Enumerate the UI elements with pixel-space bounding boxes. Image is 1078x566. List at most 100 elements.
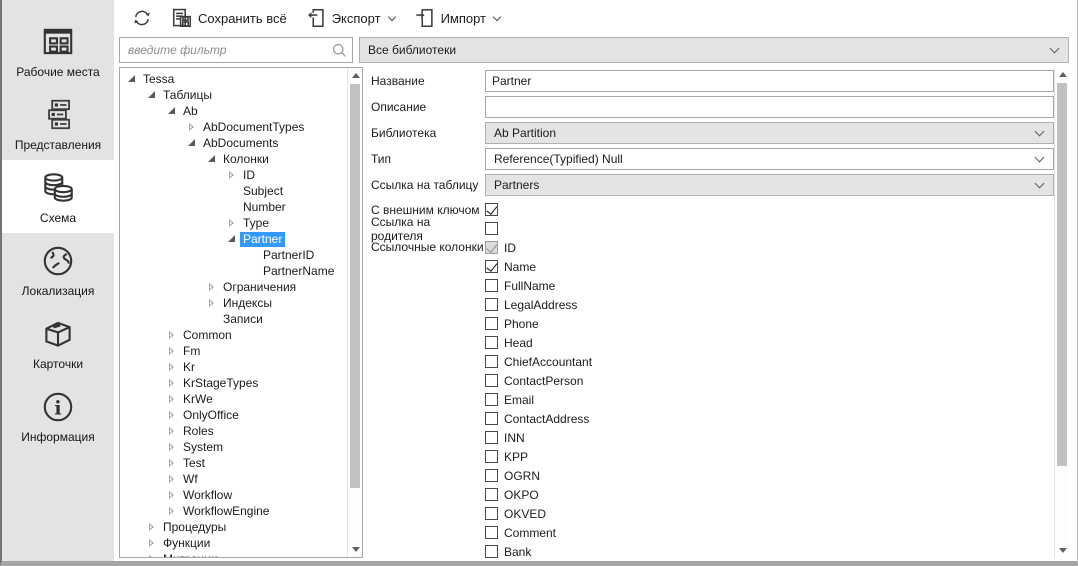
sidebar-item-localization[interactable]: Локализация — [2, 233, 114, 306]
checkbox[interactable] — [485, 488, 498, 501]
scrollbar-thumb[interactable] — [1057, 83, 1067, 466]
tree-expander-icon[interactable] — [206, 297, 218, 309]
tree-expander-icon[interactable] — [206, 281, 218, 293]
tree-item[interactable]: Ограничения — [120, 279, 347, 295]
scrollbar-thumb[interactable] — [350, 84, 360, 488]
ref-column-option[interactable]: ContactAddress — [485, 409, 1054, 428]
tree-item[interactable]: Таблицы — [120, 87, 347, 103]
tree-expander-icon[interactable] — [146, 89, 158, 101]
tree-item[interactable]: Записи — [120, 311, 347, 327]
library-selector[interactable]: Все библиотеки — [359, 37, 1069, 63]
sidebar-item-cards[interactable]: Карточки — [2, 306, 114, 379]
ref-column-option[interactable]: OKPO — [485, 485, 1054, 504]
checkbox[interactable] — [485, 412, 498, 425]
refresh-button[interactable] — [123, 3, 161, 33]
scroll-down-icon[interactable] — [1055, 543, 1069, 558]
checkbox[interactable] — [485, 279, 498, 292]
checkbox[interactable] — [485, 260, 498, 273]
tree-expander-icon[interactable] — [186, 121, 198, 133]
tree-expander-icon[interactable] — [226, 201, 238, 213]
tree-expander-icon[interactable] — [166, 457, 178, 469]
checkbox[interactable] — [485, 431, 498, 444]
tree-item[interactable]: Number — [120, 199, 347, 215]
tree-expander-icon[interactable] — [166, 505, 178, 517]
checkbox[interactable] — [485, 298, 498, 311]
tree-item[interactable]: AbDocumentTypes — [120, 119, 347, 135]
tree-expander-icon[interactable] — [206, 153, 218, 165]
tree-item[interactable]: AbDocuments — [120, 135, 347, 151]
tree-expander-icon[interactable] — [226, 169, 238, 181]
ref-column-option[interactable]: ContactPerson — [485, 371, 1054, 390]
checkbox[interactable] — [485, 336, 498, 349]
tree-item[interactable]: Миграции — [120, 551, 347, 557]
tree-item[interactable]: ID — [120, 167, 347, 183]
tree-expander-icon[interactable] — [146, 537, 158, 549]
tree-item[interactable]: WorkflowEngine — [120, 503, 347, 519]
ref-column-option[interactable]: ChiefAccountant — [485, 352, 1054, 371]
filter-input[interactable] — [128, 43, 331, 57]
library-select[interactable]: Ab Partition — [485, 122, 1054, 144]
tree-expander-icon[interactable] — [146, 553, 158, 557]
export-button[interactable]: Экспорт — [297, 3, 404, 33]
checkbox[interactable] — [485, 450, 498, 463]
checkbox[interactable] — [485, 241, 498, 254]
tree-expander-icon[interactable] — [166, 425, 178, 437]
ref-column-option[interactable]: Name — [485, 257, 1054, 276]
tree-item[interactable]: Процедуры — [120, 519, 347, 535]
tree-item[interactable]: Common — [120, 327, 347, 343]
tree-expander-icon[interactable] — [166, 361, 178, 373]
tree-expander-icon[interactable] — [166, 345, 178, 357]
tree-item[interactable]: Test — [120, 455, 347, 471]
tree-item[interactable]: Индексы — [120, 295, 347, 311]
checkbox[interactable] — [485, 374, 498, 387]
ref-column-option[interactable]: OGRN — [485, 466, 1054, 485]
tree-expander-icon[interactable] — [146, 521, 158, 533]
tree-item[interactable]: Wf — [120, 471, 347, 487]
parent-ref-checkbox[interactable] — [485, 222, 498, 235]
scrollbar-track[interactable] — [1055, 82, 1069, 543]
tree-expander-icon[interactable] — [246, 249, 258, 261]
tree-item[interactable]: KrStageTypes — [120, 375, 347, 391]
tree-item[interactable]: Roles — [120, 423, 347, 439]
tree-item[interactable]: OnlyOffice — [120, 407, 347, 423]
checkbox[interactable] — [485, 545, 498, 558]
tree-expander-icon[interactable] — [166, 409, 178, 421]
tree-expander-icon[interactable] — [226, 185, 238, 197]
checkbox[interactable] — [485, 526, 498, 539]
type-select[interactable]: Reference(Typified) Null — [485, 148, 1054, 170]
tree-expander-icon[interactable] — [246, 265, 258, 277]
tree-expander-icon[interactable] — [166, 377, 178, 389]
checkbox[interactable] — [485, 507, 498, 520]
tree-item[interactable]: KrWe — [120, 391, 347, 407]
tree-item[interactable]: Type — [120, 215, 347, 231]
ref-column-option[interactable]: FullName — [485, 276, 1054, 295]
ref-column-option[interactable]: Comment — [485, 523, 1054, 542]
tree-expander-icon[interactable] — [126, 73, 138, 85]
foreign-key-checkbox[interactable] — [485, 203, 498, 216]
checkbox[interactable] — [485, 317, 498, 330]
tree-item[interactable]: Kr — [120, 359, 347, 375]
sidebar-item-workplaces[interactable]: Рабочие места — [2, 14, 114, 87]
ref-column-option[interactable]: Phone — [485, 314, 1054, 333]
tree-expander-icon[interactable] — [166, 393, 178, 405]
tree-expander-icon[interactable] — [226, 217, 238, 229]
tree-item[interactable]: Колонки — [120, 151, 347, 167]
tree-expander-icon[interactable] — [186, 137, 198, 149]
tree-item[interactable]: System — [120, 439, 347, 455]
tree-item[interactable]: Fm — [120, 343, 347, 359]
scrollbar-track[interactable] — [348, 83, 362, 542]
ref-column-option[interactable]: Head — [485, 333, 1054, 352]
ref-table-select[interactable]: Partners — [485, 174, 1054, 196]
scroll-up-icon[interactable] — [1055, 67, 1069, 82]
tree-item[interactable]: Ab — [120, 103, 347, 119]
checkbox[interactable] — [485, 355, 498, 368]
ref-column-option[interactable]: KPP — [485, 447, 1054, 466]
description-input[interactable] — [485, 96, 1054, 118]
tree-expander-icon[interactable] — [166, 473, 178, 485]
checkbox[interactable] — [485, 469, 498, 482]
tree-expander-icon[interactable] — [226, 233, 238, 245]
form-scrollbar[interactable] — [1054, 67, 1069, 558]
scroll-down-icon[interactable] — [348, 542, 362, 557]
tree-expander-icon[interactable] — [166, 105, 178, 117]
ref-column-option[interactable]: Email — [485, 390, 1054, 409]
